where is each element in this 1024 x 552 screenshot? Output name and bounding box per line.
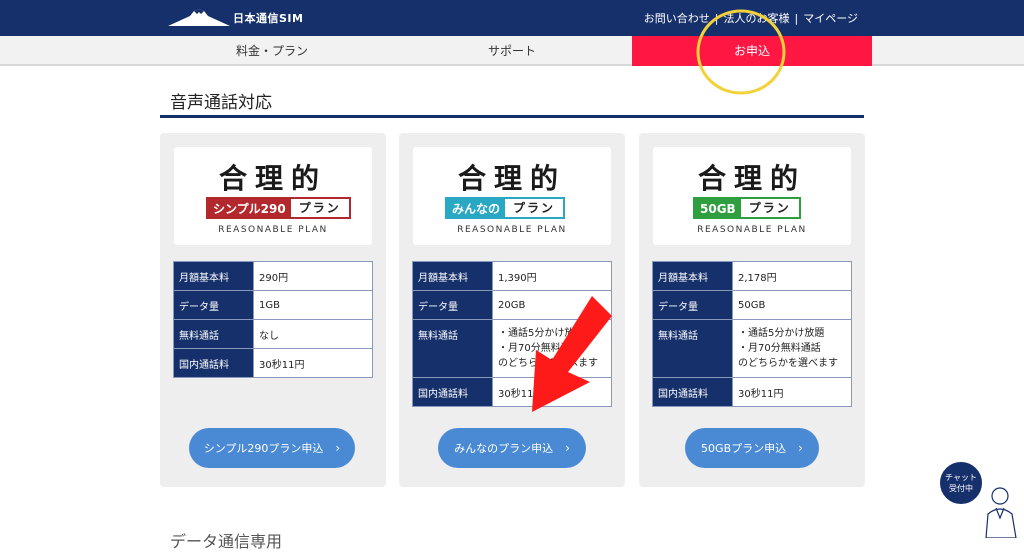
button-label: みんなのプラン申込 <box>454 442 554 455</box>
link-separator: | <box>714 11 719 25</box>
spec-key: 月額基本料 <box>412 261 493 291</box>
chevron-right-icon: › <box>565 441 570 455</box>
plan-badge-name: みんなの <box>447 199 506 217</box>
spec-value: 30秒11円 <box>732 377 852 407</box>
button-label: シンプル290プラン申込 <box>203 442 324 455</box>
spec-value: なし <box>253 319 373 349</box>
chevron-right-icon: › <box>798 441 803 455</box>
plan-card-minna: 合理的 みんなの プラン REASONABLE PLAN 月額基本料 1,390円… <box>399 133 625 487</box>
link-separator: | <box>794 11 799 25</box>
plan-badge-suffix: プラン <box>505 199 564 217</box>
spec-value: 20GB <box>492 290 612 320</box>
spec-key: データ量 <box>173 290 254 320</box>
plan-card-simple290: 合理的 シンプル290 プラン REASONABLE PLAN 月額基本料 290… <box>160 133 386 487</box>
plan-logo: 合理的 50GB プラン REASONABLE PLAN <box>653 147 851 245</box>
plan-brand-kanji: 合理的 <box>457 162 566 195</box>
apply-minna-button[interactable]: みんなのプラン申込 › <box>438 428 586 468</box>
site-logo[interactable]: 日本通信SIM <box>168 7 303 29</box>
spec-value-line: ・通話5分かけ放題 <box>738 328 825 339</box>
corporate-link[interactable]: 法人のお客様 <box>724 10 790 26</box>
mount-fuji-icon <box>168 9 230 26</box>
spec-value-line: ・月70分無料通話 <box>498 343 581 354</box>
plan-spec-table: 月額基本料 290円 データ量 1GB 無料通話 なし 国内通話料 30秒11円 <box>173 261 373 378</box>
spec-key: データ量 <box>412 290 493 320</box>
apply-simple290-button[interactable]: シンプル290プラン申込 › <box>189 428 355 468</box>
plan-badge: みんなの プラン <box>445 197 566 219</box>
spec-value: 1,390円 <box>492 261 612 291</box>
plan-badge-suffix: プラン <box>740 199 799 217</box>
plan-logo: 合理的 シンプル290 プラン REASONABLE PLAN <box>174 147 372 245</box>
plan-subtitle: REASONABLE PLAN <box>457 225 567 235</box>
spec-value: ・通話5分かけ放題 ・月70分無料通話 のどちらかを選べます <box>492 319 612 378</box>
plan-badge-suffix: プラン <box>290 199 349 217</box>
top-bar: 日本通信SIM お問い合わせ | 法人のお客様 | マイページ <box>0 0 1024 36</box>
plan-logo: 合理的 みんなの プラン REASONABLE PLAN <box>413 147 611 245</box>
apply-50gb-button[interactable]: 50GBプラン申込 › <box>685 428 819 468</box>
plan-brand-kanji: 合理的 <box>697 162 806 195</box>
section-divider <box>160 115 864 118</box>
spec-value-line: のどちらかを選べます <box>498 358 598 369</box>
table-row: 月額基本料 1,390円 <box>412 261 612 291</box>
brand-name: 日本通信SIM <box>233 12 304 25</box>
chat-label: チャット <box>945 473 977 482</box>
spec-key: 月額基本料 <box>173 261 254 291</box>
mypage-link[interactable]: マイページ <box>803 10 858 26</box>
table-row: 国内通話料 30秒11円 <box>652 377 852 407</box>
table-row: 月額基本料 2,178円 <box>652 261 852 291</box>
plan-badge: 50GB プラン <box>693 197 801 219</box>
plan-spec-table: 月額基本料 2,178円 データ量 50GB 無料通話 ・通話5分かけ放題 ・月70… <box>652 261 852 407</box>
table-row: 無料通話 なし <box>173 319 373 349</box>
spec-value: 30秒11円 <box>492 377 612 407</box>
spec-key: 月額基本料 <box>652 261 733 291</box>
plan-spec-table: 月額基本料 1,390円 データ量 20GB 無料通話 ・通話5分かけ放題 ・月70… <box>412 261 612 407</box>
spec-value: 50GB <box>732 290 852 320</box>
table-row: データ量 1GB <box>173 290 373 320</box>
spec-value-line: ・通話5分かけ放題 <box>498 328 585 339</box>
table-row: データ量 50GB <box>652 290 852 320</box>
spec-key: 国内通話料 <box>173 348 254 378</box>
table-row: データ量 20GB <box>412 290 612 320</box>
table-row: 月額基本料 290円 <box>173 261 373 291</box>
spec-value: 290円 <box>253 261 373 291</box>
plan-subtitle: REASONABLE PLAN <box>218 225 328 235</box>
plan-card-50gb: 合理的 50GB プラン REASONABLE PLAN 月額基本料 2,178円… <box>639 133 865 487</box>
operator-avatar-icon <box>985 487 1017 538</box>
spec-key: 無料通話 <box>412 319 493 378</box>
plan-subtitle: REASONABLE PLAN <box>697 225 807 235</box>
main-nav: 料金・プラン サポート お申込 <box>0 36 1024 66</box>
table-row: 無料通話 ・通話5分かけ放題 ・月70分無料通話 のどちらかを選べます <box>652 319 852 378</box>
spec-value-line: のどちらかを選べます <box>738 358 838 369</box>
chevron-right-icon: › <box>335 441 341 455</box>
spec-key: 国内通話料 <box>652 377 733 407</box>
nav-item-apply[interactable]: お申込 <box>632 36 872 66</box>
table-row: 国内通話料 30秒11円 <box>173 348 373 378</box>
spec-key: 無料通話 <box>173 319 254 349</box>
spec-key: 無料通話 <box>652 319 733 378</box>
plan-badge-name: 50GB <box>695 199 741 217</box>
spec-value: 2,178円 <box>732 261 852 291</box>
spec-value: 1GB <box>253 290 373 320</box>
chat-widget[interactable]: チャット 受付中 <box>934 460 1024 538</box>
spec-value-line: ・月70分無料通話 <box>738 343 821 354</box>
nav-item-support[interactable]: サポート <box>392 36 632 66</box>
spec-key: 国内通話料 <box>412 377 493 407</box>
plan-badge-name: シンプル290 <box>208 199 291 217</box>
table-row: 国内通話料 30秒11円 <box>412 377 612 407</box>
top-links: お問い合わせ | 法人のお客様 | マイページ <box>644 10 858 26</box>
next-section-title: データ通信専用 <box>170 532 283 551</box>
button-label: 50GBプラン申込 <box>701 442 787 455</box>
plan-brand-kanji: 合理的 <box>218 162 327 195</box>
spec-value: 30秒11円 <box>253 348 373 378</box>
contact-link[interactable]: お問い合わせ <box>644 10 710 26</box>
spec-value: ・通話5分かけ放題 ・月70分無料通話 のどちらかを選べます <box>732 319 852 378</box>
spec-key: データ量 <box>652 290 733 320</box>
plan-badge: シンプル290 プラン <box>206 197 351 219</box>
section-title: 音声通話対応 <box>170 93 272 113</box>
nav-item-pricing[interactable]: 料金・プラン <box>152 36 392 66</box>
table-row: 無料通話 ・通話5分かけ放題 ・月70分無料通話 のどちらかを選べます <box>412 319 612 378</box>
